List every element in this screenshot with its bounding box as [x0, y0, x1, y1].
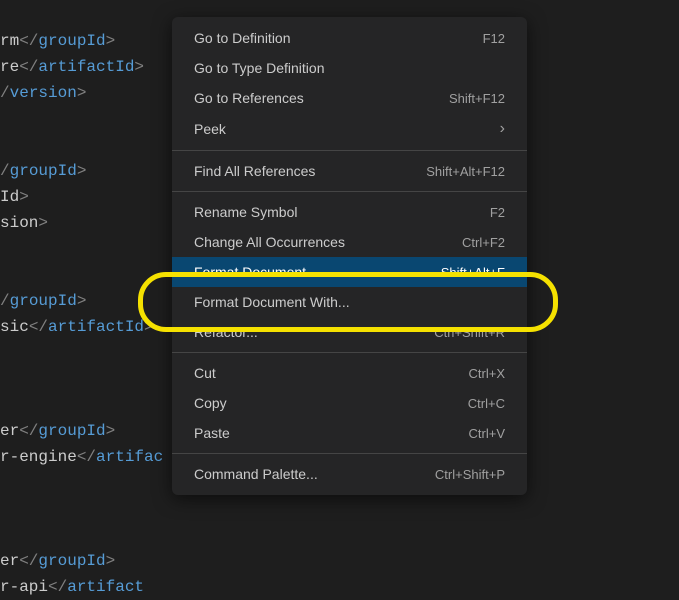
menu-item-label: Find All References — [194, 163, 426, 179]
editor-line[interactable] — [0, 522, 679, 548]
menu-item-shortcut: Ctrl+F2 — [462, 235, 505, 250]
menu-item-label: Rename Symbol — [194, 204, 490, 220]
menu-item-label: Refactor... — [194, 324, 434, 340]
chevron-right-icon: › — [500, 120, 505, 138]
menu-item-label: Format Document — [194, 264, 441, 280]
menu-item-format-document[interactable]: Format DocumentShift+Alt+F — [172, 257, 527, 287]
menu-item-change-all-occurrences[interactable]: Change All OccurrencesCtrl+F2 — [172, 227, 527, 257]
menu-item-shortcut: Shift+Alt+F12 — [426, 164, 505, 179]
menu-item-shortcut: Ctrl+Shift+R — [434, 325, 505, 340]
menu-item-command-palette[interactable]: Command Palette...Ctrl+Shift+P — [172, 459, 527, 489]
editor-line[interactable] — [0, 496, 679, 522]
menu-item-refactor[interactable]: Refactor...Ctrl+Shift+R — [172, 317, 527, 347]
menu-item-rename-symbol[interactable]: Rename SymbolF2 — [172, 197, 527, 227]
menu-separator — [172, 150, 527, 151]
menu-item-shortcut: Ctrl+Shift+P — [435, 467, 505, 482]
menu-item-shortcut: Ctrl+V — [469, 426, 505, 441]
menu-item-shortcut: F12 — [483, 31, 505, 46]
menu-item-go-to-references[interactable]: Go to ReferencesShift+F12 — [172, 83, 527, 113]
menu-item-label: Command Palette... — [194, 466, 435, 482]
menu-item-peek[interactable]: Peek› — [172, 113, 527, 145]
menu-item-cut[interactable]: CutCtrl+X — [172, 358, 527, 388]
editor-line[interactable]: r-api</artifact — [0, 574, 679, 600]
menu-item-label: Cut — [194, 365, 469, 381]
menu-separator — [172, 191, 527, 192]
menu-item-shortcut: Ctrl+C — [468, 396, 505, 411]
menu-item-go-to-definition[interactable]: Go to DefinitionF12 — [172, 23, 527, 53]
menu-item-shortcut: Shift+Alt+F — [441, 265, 505, 280]
menu-item-label: Peek — [194, 121, 500, 137]
menu-separator — [172, 453, 527, 454]
menu-item-label: Paste — [194, 425, 469, 441]
editor-line[interactable]: er</groupId> — [0, 548, 679, 574]
menu-item-label: Change All Occurrences — [194, 234, 462, 250]
menu-item-label: Go to Definition — [194, 30, 483, 46]
menu-item-label: Copy — [194, 395, 468, 411]
menu-item-go-to-type-definition[interactable]: Go to Type Definition — [172, 53, 527, 83]
menu-separator — [172, 352, 527, 353]
menu-item-find-all-references[interactable]: Find All ReferencesShift+Alt+F12 — [172, 156, 527, 186]
menu-item-label: Go to Type Definition — [194, 60, 505, 76]
menu-item-shortcut: Shift+F12 — [449, 91, 505, 106]
menu-item-paste[interactable]: PasteCtrl+V — [172, 418, 527, 448]
menu-item-label: Go to References — [194, 90, 449, 106]
menu-item-label: Format Document With... — [194, 294, 505, 310]
menu-item-shortcut: Ctrl+X — [469, 366, 505, 381]
menu-item-shortcut: F2 — [490, 205, 505, 220]
menu-item-format-document-with[interactable]: Format Document With... — [172, 287, 527, 317]
menu-item-copy[interactable]: CopyCtrl+C — [172, 388, 527, 418]
context-menu: Go to DefinitionF12 Go to Type Definition… — [172, 17, 527, 495]
